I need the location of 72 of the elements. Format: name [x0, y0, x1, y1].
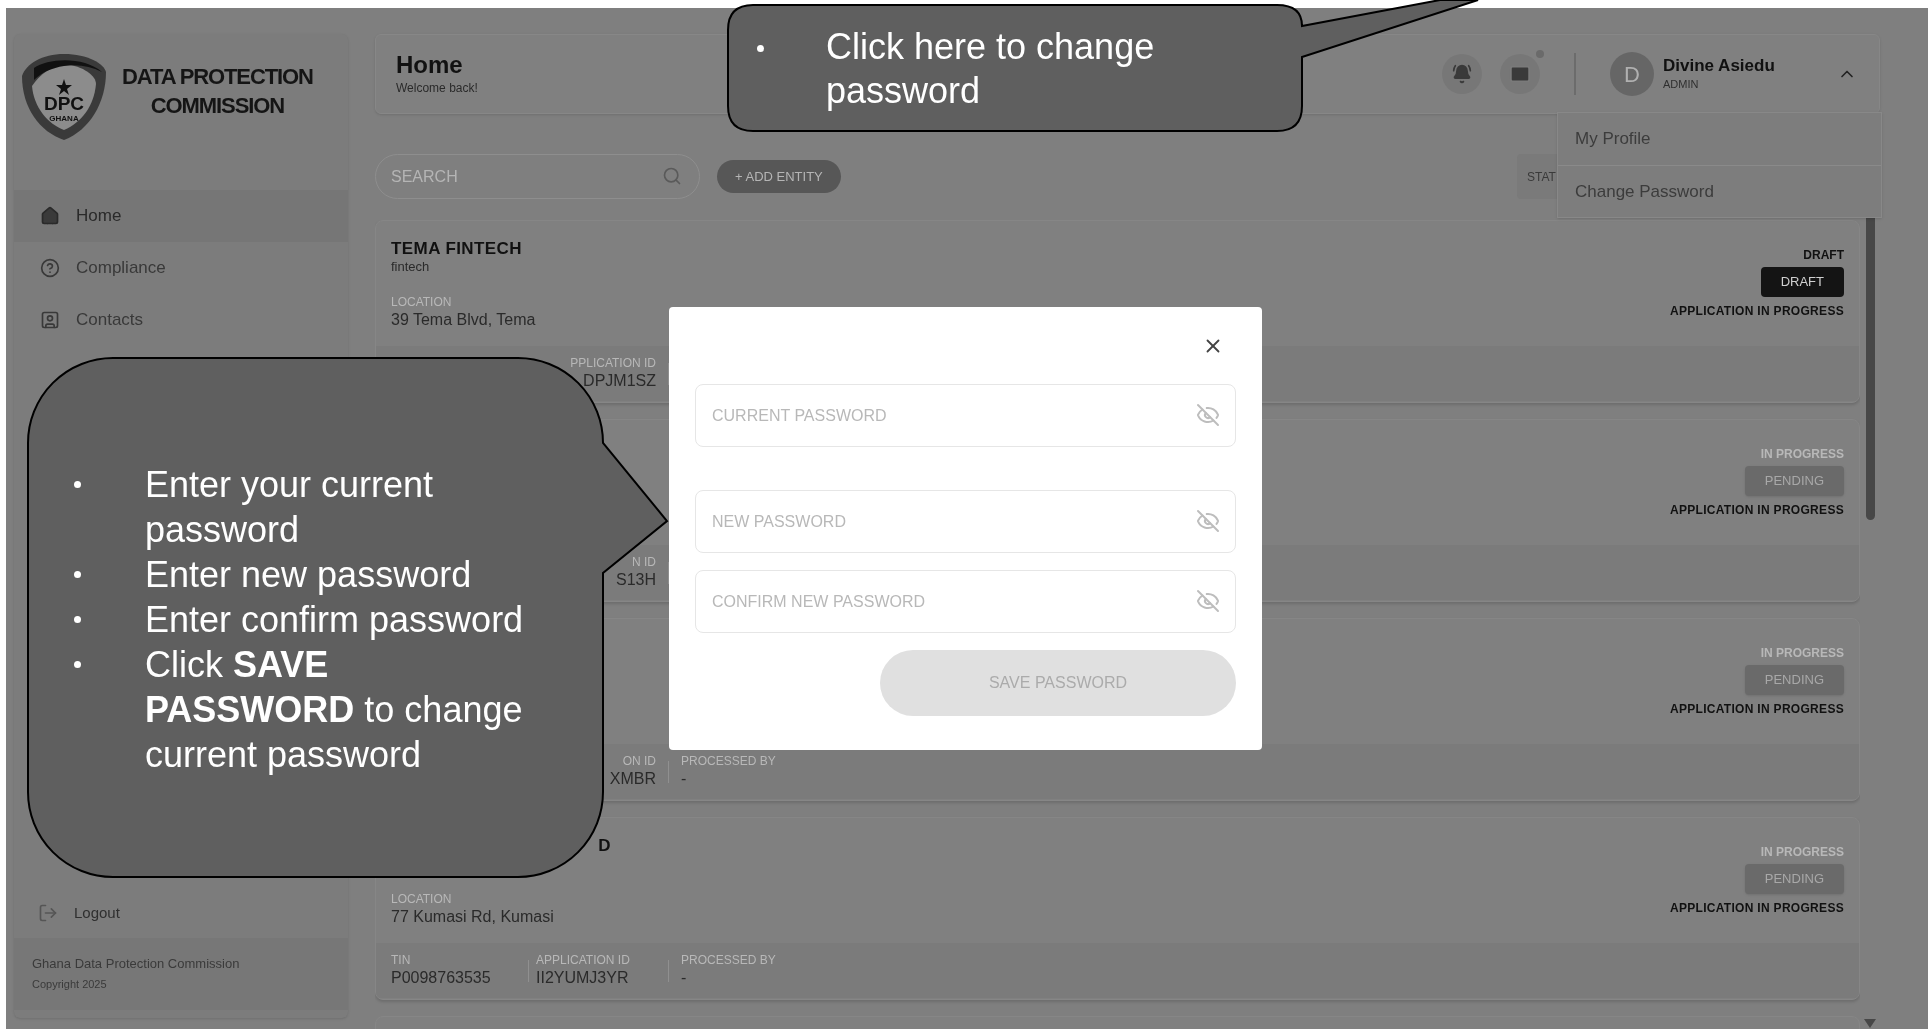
help-icon: [40, 258, 60, 278]
sidebar-item[interactable]: Compliance: [14, 242, 348, 294]
location-label: LOCATION: [391, 295, 453, 310]
entity-card[interactable]: D LOCATION 77 Kumasi Rd, Kumasi IN PROGRESS PENDING APPLICATION IN PROGRESS TIN P0098763535 APPLICATION ID II2YUMJ3YR PROCESSED BY -: [375, 817, 1860, 1000]
entity-location: 77 Kumasi Rd, Kumasi: [391, 907, 555, 927]
detail-label: N ID: [632, 555, 656, 570]
status-badge: PENDING: [1744, 466, 1844, 496]
menu-item[interactable]: Change Password: [1558, 165, 1881, 217]
user-name: Divine Asiedu: [1663, 55, 1776, 76]
callout-text: Enter your current password: [145, 463, 435, 552]
status-badge: PENDING: [1744, 665, 1844, 695]
detail-value: -: [681, 968, 687, 988]
detail-label: ON ID: [622, 754, 656, 769]
status-badge: DRAFT: [1760, 267, 1844, 297]
callout-text: Click here to change password: [826, 25, 1156, 113]
menu-item[interactable]: My Profile: [1558, 113, 1881, 165]
logo-title: DATA PROTECTION: [122, 63, 313, 91]
detail-label: PPLICATION ID: [570, 356, 656, 371]
sidebar-item[interactable]: Contacts: [14, 294, 348, 346]
detail-value: -: [681, 769, 687, 789]
detail-label: PROCESSED BY: [681, 754, 776, 769]
detail-value: II2YUMJ3YR: [536, 968, 629, 988]
detail-label: PROCESSED BY: [681, 953, 776, 968]
star-icon: [56, 79, 72, 95]
password-field[interactable]: CURRENT PASSWORD: [695, 384, 1236, 447]
notifications-button[interactable]: [1442, 54, 1482, 94]
entity-category: fintech: [391, 259, 431, 275]
bell-icon: [1452, 64, 1472, 84]
password-field[interactable]: NEW PASSWORD: [695, 490, 1236, 553]
scrollbar[interactable]: [1865, 220, 1875, 1029]
detail-value: S13H: [615, 570, 656, 590]
entity-location: 39 Tema Blvd, Tema: [391, 310, 536, 330]
logo-country: GHANA: [49, 114, 79, 123]
logout-button[interactable]: Logout: [14, 888, 348, 938]
status-label: IN PROGRESS: [1760, 844, 1844, 860]
logo-title: COMMISSION: [150, 92, 285, 120]
logout-icon: [38, 903, 58, 923]
home-icon: [40, 206, 60, 226]
location-label: LOCATION: [391, 892, 453, 907]
status-label: IN PROGRESS: [1760, 446, 1844, 462]
application-note: APPLICATION IN PROGRESS: [1669, 900, 1844, 916]
sidebar-item[interactable]: Home: [14, 190, 348, 242]
status-label: DRAFT: [1803, 247, 1844, 263]
status-filter[interactable]: STAT: [1517, 154, 1557, 199]
search-icon: [662, 166, 682, 186]
detail-label: APPLICATION ID: [536, 953, 630, 968]
callout-text: Enter new password: [145, 553, 473, 597]
application-note: APPLICATION IN PROGRESS: [1669, 701, 1844, 717]
eye-off-icon[interactable]: [1196, 509, 1220, 533]
page-title: Home: [396, 51, 464, 79]
detail-value: P0098763535: [391, 968, 491, 988]
status-label: IN PROGRESS: [1760, 645, 1844, 661]
scroll-down-arrow-icon[interactable]: [1864, 1019, 1876, 1028]
logo-mark: DPC: [43, 93, 85, 114]
footer-text: Ghana Data Protection Commission: [32, 955, 241, 973]
user-role: ADMIN: [1663, 76, 1700, 92]
application-note: APPLICATION IN PROGRESS: [1669, 303, 1844, 319]
detail-value: DPJM1SZ: [583, 371, 656, 391]
entity-name: D: [598, 836, 611, 856]
detail-value: XMBR: [609, 769, 656, 789]
entity-name: TEMA FINTECH: [391, 239, 522, 259]
page-subtitle: Welcome back!: [396, 80, 478, 97]
footer-text: Copyright 2025: [32, 977, 108, 992]
eye-off-icon[interactable]: [1196, 589, 1220, 613]
user-avatar[interactable]: D: [1610, 52, 1654, 96]
password-field[interactable]: CONFIRM NEW PASSWORD: [695, 570, 1236, 633]
contact-card-icon: [40, 310, 60, 330]
eye-off-icon[interactable]: [1196, 403, 1220, 427]
application-note: APPLICATION IN PROGRESS: [1669, 502, 1844, 518]
status-badge: PENDING: [1744, 864, 1844, 894]
add-entity-button[interactable]: + ADD ENTITY: [717, 160, 841, 193]
detail-label: TIN: [391, 953, 411, 968]
